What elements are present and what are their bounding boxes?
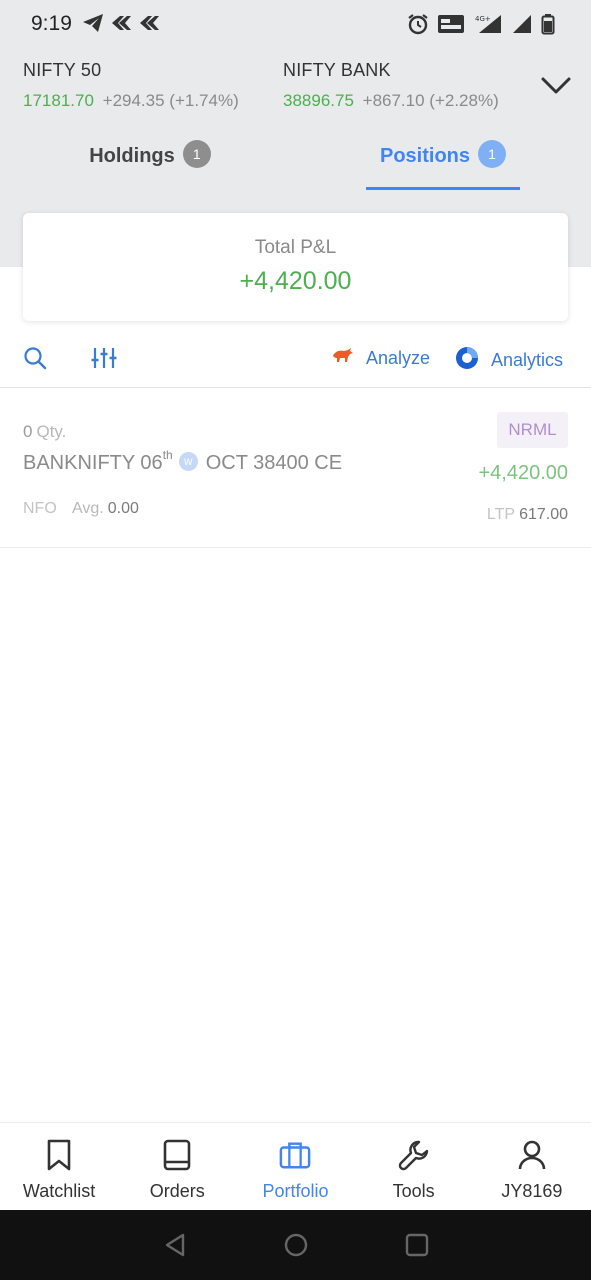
nav-label: Tools [392, 1181, 435, 1201]
nav-label: Watchlist [22, 1181, 96, 1201]
volte-icon [437, 13, 465, 35]
index-value: 38896.75 [283, 91, 354, 110]
nav-orders[interactable]: Orders [118, 1123, 236, 1210]
index-nifty-50[interactable]: NIFTY 50 17181.70 +294.35 (+1.74%) [23, 60, 239, 111]
tab-label: Holdings [89, 145, 175, 167]
count-badge: 1 [478, 140, 506, 168]
nav-label: Portfolio [262, 1181, 329, 1201]
analyze-button[interactable]: Analyze [332, 348, 430, 369]
telegram-icon [82, 13, 104, 33]
position-row[interactable]: 0 Qty. NRML BANKNIFTY 06th W OCT 38400 CE +… [0, 400, 591, 548]
positions-toolbar: Analyze Analytics [0, 330, 591, 388]
index-name: NIFTY 50 [23, 60, 102, 80]
avg-price: Avg. 0.00 [72, 500, 139, 518]
home-icon[interactable] [283, 1232, 309, 1258]
signal-icon [511, 13, 533, 35]
status-right-icons: 4G+ [407, 13, 555, 35]
signal-4g-icon: 4G+ [473, 13, 503, 35]
exchange-label: NFO [23, 500, 57, 517]
index-change: +294.35 (+1.74%) [102, 91, 239, 110]
index-change: +867.10 (+2.28%) [362, 91, 499, 110]
qty-value: 0 [23, 422, 33, 441]
symbol-suffix: OCT 38400 CE [205, 452, 343, 474]
status-bar: 9:19 4G+ [0, 0, 591, 48]
system-nav-bar [0, 1210, 591, 1280]
ltp: LTP 617.00 [487, 506, 568, 524]
nav-tools[interactable]: Tools [355, 1123, 473, 1210]
book-icon [161, 1139, 193, 1171]
wrench-icon [398, 1139, 430, 1171]
analytics-button[interactable]: Analytics [455, 346, 563, 375]
ltp-label: LTP [486, 506, 516, 523]
ltp-value: 617.00 [519, 506, 568, 523]
total-pnl-value: +4,420.00 [239, 267, 352, 295]
count-badge: 1 [182, 140, 211, 168]
weekly-badge: W [178, 452, 198, 471]
user-icon [516, 1139, 548, 1171]
notification-icon [138, 13, 160, 33]
qty-label: Qty. [36, 422, 67, 441]
tab-holdings[interactable]: Holdings 1 [70, 140, 230, 190]
position-pnl: +4,420.00 [478, 462, 568, 484]
position-symbol: BANKNIFTY 06th W OCT 38400 CE [23, 448, 343, 475]
symbol-sup: th [162, 448, 173, 462]
filter-sliders-icon[interactable] [91, 346, 117, 370]
back-icon[interactable] [162, 1232, 188, 1258]
index-value: 17181.70 [23, 91, 94, 110]
analytics-label: Analytics [491, 350, 564, 370]
network-label: 4G+ [475, 15, 491, 23]
symbol-prefix: BANKNIFTY 06 [23, 452, 163, 474]
analytics-logo-icon [455, 346, 479, 375]
index-name: NIFTY BANK [283, 60, 391, 80]
bookmark-icon [43, 1139, 75, 1171]
status-left-icons [82, 13, 160, 33]
bottom-nav: Watchlist Orders Portfolio Tools JY8169 [0, 1122, 591, 1210]
total-pnl-label: Total P&L [254, 237, 337, 258]
battery-icon [541, 13, 555, 35]
status-time: 9:19 [31, 12, 72, 35]
nav-label: JY8169 [501, 1181, 563, 1201]
tab-label: Positions [379, 145, 470, 167]
search-icon[interactable] [23, 346, 47, 370]
tab-positions[interactable]: Positions 1 [366, 140, 520, 190]
avg-value: 0.00 [107, 500, 139, 517]
recents-icon[interactable] [404, 1232, 430, 1258]
nav-watchlist[interactable]: Watchlist [0, 1123, 118, 1210]
alarm-icon [407, 13, 429, 35]
index-nifty-bank[interactable]: NIFTY BANK 38896.75 +867.10 (+2.28%) [283, 60, 499, 111]
position-qty: 0 Qty. [23, 422, 66, 442]
nav-account[interactable]: JY8169 [473, 1123, 591, 1210]
chevron-down-icon[interactable] [540, 74, 572, 98]
bull-icon [332, 348, 354, 369]
avg-label: Avg. [72, 500, 104, 517]
briefcase-icon [279, 1139, 311, 1171]
analyze-label: Analyze [366, 348, 431, 368]
product-tag: NRML [497, 412, 568, 448]
notification-icon [110, 13, 132, 33]
total-pnl-card: Total P&L +4,420.00 [23, 213, 568, 321]
nav-label: Orders [149, 1181, 205, 1201]
nav-portfolio[interactable]: Portfolio [236, 1123, 354, 1210]
